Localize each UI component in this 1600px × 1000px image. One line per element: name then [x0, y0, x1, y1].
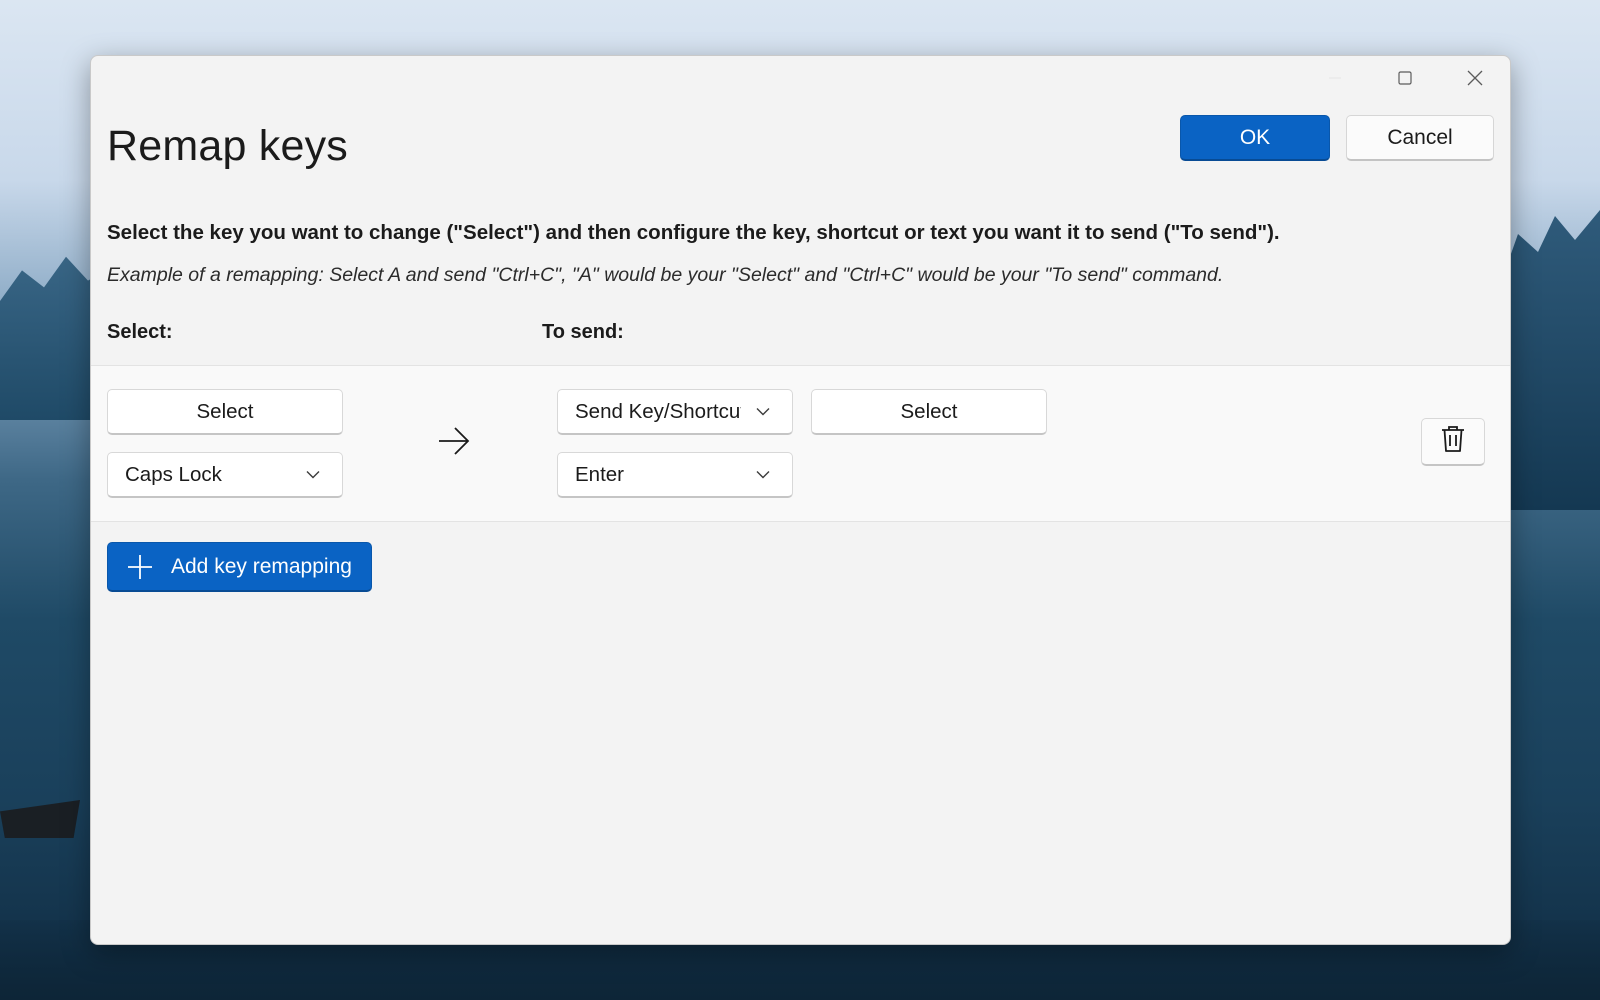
- minimize-button[interactable]: [1300, 56, 1370, 100]
- background-mountain-right: [1500, 210, 1600, 510]
- select-key-value: Caps Lock: [125, 462, 222, 486]
- background-boat: [0, 800, 80, 838]
- select-column-header: Select:: [107, 321, 173, 343]
- arrow-right-icon: [437, 424, 471, 458]
- example-text: Example of a remapping: Select A and sen…: [107, 264, 1224, 286]
- add-key-remapping-button[interactable]: Add key remapping: [107, 542, 372, 592]
- to-send-column-header: To send:: [542, 321, 624, 343]
- delete-remapping-button[interactable]: [1421, 418, 1485, 466]
- select-key-dropdown[interactable]: Caps Lock: [107, 452, 343, 498]
- chevron-down-icon: [756, 470, 770, 479]
- send-select-button[interactable]: Select: [811, 389, 1047, 435]
- chevron-down-icon: [306, 470, 320, 479]
- remapping-row: Select Caps Lock Send Key/Shortcut Selec…: [91, 365, 1510, 522]
- ok-button[interactable]: OK: [1180, 115, 1330, 161]
- send-key-value: Enter: [575, 462, 624, 486]
- maximize-icon: [1398, 71, 1412, 85]
- close-icon: [1467, 70, 1483, 86]
- send-type-value: Send Key/Shortcut: [575, 399, 741, 423]
- window-caption-buttons: [1300, 56, 1510, 100]
- send-type-dropdown[interactable]: Send Key/Shortcut: [557, 389, 793, 435]
- minimize-icon: [1328, 71, 1342, 85]
- plus-icon: [127, 554, 153, 580]
- remap-keys-window: Remap keys OK Cancel Select the key you …: [90, 55, 1511, 945]
- page-title: Remap keys: [107, 122, 348, 170]
- chevron-down-icon: [756, 407, 770, 416]
- send-key-dropdown[interactable]: Enter: [557, 452, 793, 498]
- add-key-remapping-label: Add key remapping: [171, 554, 352, 578]
- maximize-button[interactable]: [1370, 56, 1440, 100]
- cancel-button[interactable]: Cancel: [1346, 115, 1494, 161]
- select-key-button[interactable]: Select: [107, 389, 343, 435]
- close-button[interactable]: [1440, 56, 1510, 100]
- instruction-text: Select the key you want to change ("Sele…: [107, 221, 1280, 244]
- trash-icon: [1439, 424, 1467, 459]
